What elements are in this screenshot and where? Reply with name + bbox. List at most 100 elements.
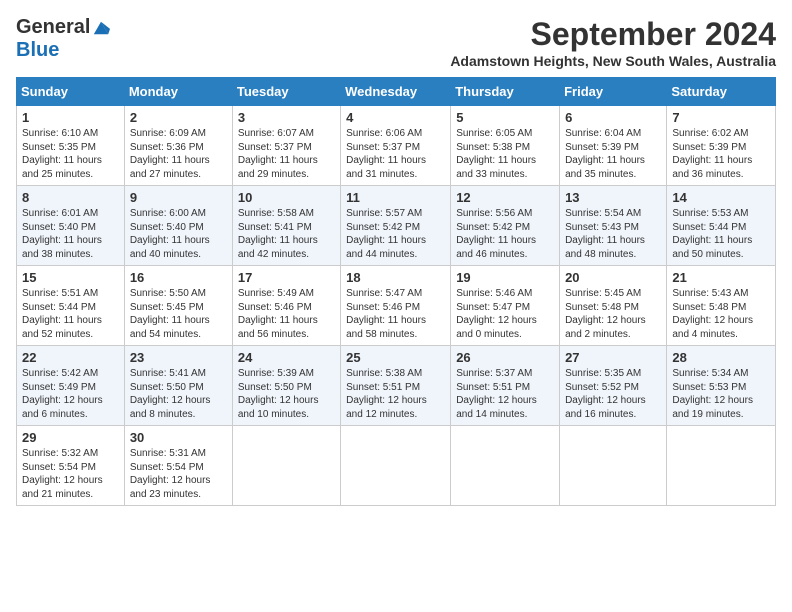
day-info: Sunrise: 6:09 AMSunset: 5:36 PMDaylight:…	[130, 128, 210, 180]
calendar-day-cell: 21 Sunrise: 5:43 AMSunset: 5:48 PMDaylig…	[667, 266, 776, 346]
weekday-header-friday: Friday	[560, 78, 667, 106]
calendar-day-cell	[667, 426, 776, 506]
day-info: Sunrise: 5:51 AMSunset: 5:44 PMDaylight:…	[22, 288, 102, 340]
calendar-week-row: 15 Sunrise: 5:51 AMSunset: 5:44 PMDaylig…	[17, 266, 776, 346]
weekday-header-monday: Monday	[124, 78, 232, 106]
calendar-day-cell: 18 Sunrise: 5:47 AMSunset: 5:46 PMDaylig…	[341, 266, 451, 346]
calendar-week-row: 8 Sunrise: 6:01 AMSunset: 5:40 PMDayligh…	[17, 186, 776, 266]
calendar-week-row: 29 Sunrise: 5:32 AMSunset: 5:54 PMDaylig…	[17, 426, 776, 506]
day-number: 16	[130, 270, 227, 285]
calendar-table: SundayMondayTuesdayWednesdayThursdayFrid…	[16, 77, 776, 506]
day-number: 6	[565, 110, 661, 125]
calendar-week-row: 1 Sunrise: 6:10 AMSunset: 5:35 PMDayligh…	[17, 106, 776, 186]
day-info: Sunrise: 5:49 AMSunset: 5:46 PMDaylight:…	[238, 288, 318, 340]
day-info: Sunrise: 5:31 AMSunset: 5:54 PMDaylight:…	[130, 448, 211, 500]
day-number: 4	[346, 110, 445, 125]
day-info: Sunrise: 5:58 AMSunset: 5:41 PMDaylight:…	[238, 208, 318, 260]
logo: General Blue	[16, 16, 110, 62]
day-info: Sunrise: 6:05 AMSunset: 5:38 PMDaylight:…	[456, 128, 536, 180]
header: General Blue September 2024 Adamstown He…	[16, 16, 776, 69]
weekday-header-saturday: Saturday	[667, 78, 776, 106]
calendar-day-cell: 11 Sunrise: 5:57 AMSunset: 5:42 PMDaylig…	[341, 186, 451, 266]
day-info: Sunrise: 5:56 AMSunset: 5:42 PMDaylight:…	[456, 208, 536, 260]
day-info: Sunrise: 5:43 AMSunset: 5:48 PMDaylight:…	[672, 288, 753, 340]
calendar-day-cell: 29 Sunrise: 5:32 AMSunset: 5:54 PMDaylig…	[17, 426, 125, 506]
calendar-day-cell	[560, 426, 667, 506]
day-number: 19	[456, 270, 554, 285]
calendar-day-cell: 26 Sunrise: 5:37 AMSunset: 5:51 PMDaylig…	[451, 346, 560, 426]
day-info: Sunrise: 6:01 AMSunset: 5:40 PMDaylight:…	[22, 208, 102, 260]
calendar-day-cell: 28 Sunrise: 5:34 AMSunset: 5:53 PMDaylig…	[667, 346, 776, 426]
day-number: 7	[672, 110, 770, 125]
day-info: Sunrise: 5:42 AMSunset: 5:49 PMDaylight:…	[22, 368, 103, 420]
calendar-day-cell: 22 Sunrise: 5:42 AMSunset: 5:49 PMDaylig…	[17, 346, 125, 426]
day-info: Sunrise: 5:53 AMSunset: 5:44 PMDaylight:…	[672, 208, 752, 260]
day-number: 11	[346, 190, 445, 205]
calendar-day-cell: 30 Sunrise: 5:31 AMSunset: 5:54 PMDaylig…	[124, 426, 232, 506]
calendar-day-cell: 12 Sunrise: 5:56 AMSunset: 5:42 PMDaylig…	[451, 186, 560, 266]
calendar-day-cell: 27 Sunrise: 5:35 AMSunset: 5:52 PMDaylig…	[560, 346, 667, 426]
calendar-day-cell: 6 Sunrise: 6:04 AMSunset: 5:39 PMDayligh…	[560, 106, 667, 186]
day-number: 22	[22, 350, 119, 365]
day-info: Sunrise: 5:46 AMSunset: 5:47 PMDaylight:…	[456, 288, 537, 340]
calendar-day-cell: 7 Sunrise: 6:02 AMSunset: 5:39 PMDayligh…	[667, 106, 776, 186]
calendar-day-cell: 23 Sunrise: 5:41 AMSunset: 5:50 PMDaylig…	[124, 346, 232, 426]
calendar-week-row: 22 Sunrise: 5:42 AMSunset: 5:49 PMDaylig…	[17, 346, 776, 426]
calendar-day-cell: 15 Sunrise: 5:51 AMSunset: 5:44 PMDaylig…	[17, 266, 125, 346]
day-number: 26	[456, 350, 554, 365]
calendar-day-cell	[451, 426, 560, 506]
day-info: Sunrise: 5:57 AMSunset: 5:42 PMDaylight:…	[346, 208, 426, 260]
calendar-day-cell	[341, 426, 451, 506]
day-info: Sunrise: 6:07 AMSunset: 5:37 PMDaylight:…	[238, 128, 318, 180]
day-number: 30	[130, 430, 227, 445]
calendar-day-cell: 13 Sunrise: 5:54 AMSunset: 5:43 PMDaylig…	[560, 186, 667, 266]
calendar-day-cell: 2 Sunrise: 6:09 AMSunset: 5:36 PMDayligh…	[124, 106, 232, 186]
day-info: Sunrise: 5:50 AMSunset: 5:45 PMDaylight:…	[130, 288, 210, 340]
calendar-day-cell: 3 Sunrise: 6:07 AMSunset: 5:37 PMDayligh…	[232, 106, 340, 186]
calendar-day-cell: 14 Sunrise: 5:53 AMSunset: 5:44 PMDaylig…	[667, 186, 776, 266]
day-number: 1	[22, 110, 119, 125]
day-number: 17	[238, 270, 335, 285]
day-info: Sunrise: 6:00 AMSunset: 5:40 PMDaylight:…	[130, 208, 210, 260]
day-number: 2	[130, 110, 227, 125]
weekday-header-tuesday: Tuesday	[232, 78, 340, 106]
day-number: 20	[565, 270, 661, 285]
day-info: Sunrise: 6:10 AMSunset: 5:35 PMDaylight:…	[22, 128, 102, 180]
day-number: 28	[672, 350, 770, 365]
day-number: 18	[346, 270, 445, 285]
day-number: 3	[238, 110, 335, 125]
logo-blue-text: Blue	[16, 39, 59, 62]
day-number: 23	[130, 350, 227, 365]
title-area: September 2024 Adamstown Heights, New So…	[450, 16, 776, 69]
calendar-day-cell: 24 Sunrise: 5:39 AMSunset: 5:50 PMDaylig…	[232, 346, 340, 426]
day-info: Sunrise: 5:37 AMSunset: 5:51 PMDaylight:…	[456, 368, 537, 420]
day-info: Sunrise: 5:45 AMSunset: 5:48 PMDaylight:…	[565, 288, 646, 340]
day-number: 25	[346, 350, 445, 365]
day-number: 29	[22, 430, 119, 445]
weekday-header-thursday: Thursday	[451, 78, 560, 106]
calendar-day-cell: 9 Sunrise: 6:00 AMSunset: 5:40 PMDayligh…	[124, 186, 232, 266]
day-info: Sunrise: 5:38 AMSunset: 5:51 PMDaylight:…	[346, 368, 427, 420]
day-info: Sunrise: 5:54 AMSunset: 5:43 PMDaylight:…	[565, 208, 645, 260]
calendar-day-cell	[232, 426, 340, 506]
day-number: 15	[22, 270, 119, 285]
weekday-header-sunday: Sunday	[17, 78, 125, 106]
day-info: Sunrise: 5:39 AMSunset: 5:50 PMDaylight:…	[238, 368, 319, 420]
calendar-day-cell: 17 Sunrise: 5:49 AMSunset: 5:46 PMDaylig…	[232, 266, 340, 346]
day-info: Sunrise: 5:34 AMSunset: 5:53 PMDaylight:…	[672, 368, 753, 420]
day-info: Sunrise: 5:35 AMSunset: 5:52 PMDaylight:…	[565, 368, 646, 420]
calendar-day-cell: 10 Sunrise: 5:58 AMSunset: 5:41 PMDaylig…	[232, 186, 340, 266]
day-info: Sunrise: 6:02 AMSunset: 5:39 PMDaylight:…	[672, 128, 752, 180]
calendar-day-cell: 4 Sunrise: 6:06 AMSunset: 5:37 PMDayligh…	[341, 106, 451, 186]
calendar-day-cell: 8 Sunrise: 6:01 AMSunset: 5:40 PMDayligh…	[17, 186, 125, 266]
day-info: Sunrise: 5:32 AMSunset: 5:54 PMDaylight:…	[22, 448, 103, 500]
day-number: 12	[456, 190, 554, 205]
day-number: 9	[130, 190, 227, 205]
logo-general-text: General	[16, 16, 90, 39]
calendar-day-cell: 20 Sunrise: 5:45 AMSunset: 5:48 PMDaylig…	[560, 266, 667, 346]
day-number: 14	[672, 190, 770, 205]
weekday-header-row: SundayMondayTuesdayWednesdayThursdayFrid…	[17, 78, 776, 106]
calendar-day-cell: 19 Sunrise: 5:46 AMSunset: 5:47 PMDaylig…	[451, 266, 560, 346]
location-title: Adamstown Heights, New South Wales, Aust…	[450, 53, 776, 69]
day-number: 10	[238, 190, 335, 205]
